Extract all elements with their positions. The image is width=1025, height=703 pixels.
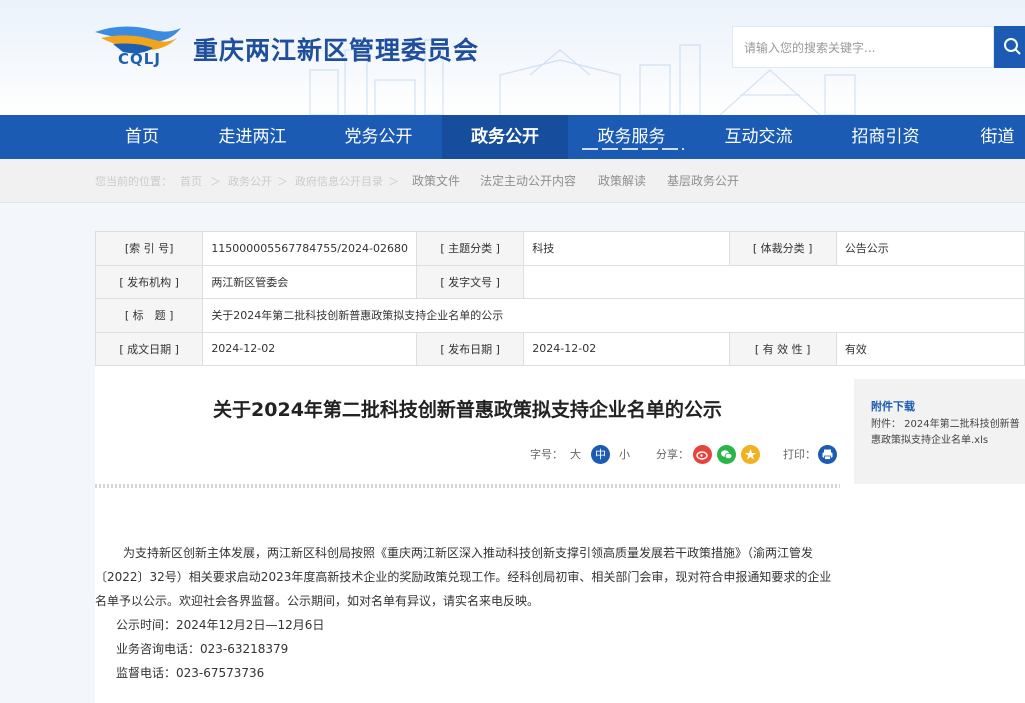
meta-value: [523, 264, 1025, 299]
table-row: [索 引 号] 115000005567784755/2024-02680 [ …: [94, 231, 1025, 266]
breadcrumb-home[interactable]: 首页: [180, 173, 202, 189]
meta-label: [ 主题分类 ]: [415, 231, 525, 266]
meta-value: 有效: [835, 331, 1025, 366]
subnav-policy-files[interactable]: 政策文件: [412, 172, 460, 189]
subnav-statutory-disclosure[interactable]: 法定主动公开内容: [480, 172, 576, 189]
article-body: 为支持新区创新主体发展，两江新区科创局按照《重庆两江新区深入推动科技创新支撑引领…: [95, 541, 840, 685]
main-nav: 首页 走进两江 党务公开 政务公开 政务服务 互动交流 招商引资 街道: [0, 115, 1025, 159]
meta-value: 两江新区管委会: [202, 264, 417, 299]
title-divider: [95, 484, 840, 488]
nav-item-interaction[interactable]: 互动交流: [711, 115, 806, 159]
meta-label: [ 发字文号 ]: [415, 264, 525, 299]
nav-item-gov-affairs[interactable]: 政务公开: [442, 115, 568, 159]
meta-value: 公告公示: [835, 231, 1025, 266]
consult-phone: 业务咨询电话：023-63218379: [116, 642, 289, 656]
breadcrumb-gov-affairs[interactable]: 政务公开: [228, 173, 272, 189]
supervise-phone: 监督电话：023-67573736: [116, 666, 265, 680]
printer-icon: [822, 449, 833, 460]
table-row: [ 成文日期 ] 2024-12-02 [ 发布日期 ] 2024-12-02 …: [94, 331, 1025, 366]
meta-label: [ 体裁分类 ]: [728, 231, 837, 266]
breadcrumb-info-directory[interactable]: 政府信息公开目录: [295, 173, 383, 189]
search-button[interactable]: [994, 26, 1025, 68]
nav-hover-underline: [582, 148, 684, 150]
meta-value: 关于2024年第二批科技创新普惠政策拟支持企业名单的公示: [202, 298, 1025, 333]
article-paragraph: 为支持新区创新主体发展，两江新区科创局按照《重庆两江新区深入推动科技创新支撑引领…: [95, 546, 832, 608]
print-label: 打印：: [783, 448, 816, 461]
nav-item-investment[interactable]: 招商引资: [838, 115, 933, 159]
breadcrumb-separator: ＞: [388, 175, 399, 188]
nav-item-gov-services[interactable]: 政务服务: [584, 115, 679, 159]
meta-value: 2024-12-02: [523, 331, 730, 366]
site-title: 重庆两江新区管理委员会: [193, 36, 480, 65]
search-input[interactable]: 请输入您的搜索关键字...: [732, 26, 994, 68]
publicity-period: 公示时间：2024年12月2日—12月6日: [116, 618, 325, 632]
article-title: 关于2024年第二批科技创新普惠政策拟支持企业名单的公示: [213, 399, 722, 421]
site-header: CQLJ 重庆两江新区管理委员会 请输入您的搜索关键字...: [0, 0, 1025, 115]
favorite-share-icon[interactable]: [741, 445, 760, 464]
meta-label: [索 引 号]: [94, 231, 204, 266]
weibo-icon: [696, 451, 708, 460]
subnav-grassroots-disclosure[interactable]: 基层政务公开: [667, 172, 739, 189]
meta-value: 2024-12-02: [202, 331, 417, 366]
wechat-share-icon[interactable]: [717, 445, 736, 464]
meta-label: [ 发布机构 ]: [94, 264, 204, 299]
font-size-label: 字号：: [530, 448, 563, 461]
wechat-icon: [721, 450, 733, 460]
font-size-large-button[interactable]: 大: [570, 446, 581, 462]
meta-label: [ 标 题 ]: [94, 298, 204, 333]
star-icon: [745, 449, 756, 460]
font-size-small-button[interactable]: 小: [619, 446, 630, 462]
table-row: [ 标 题 ] 关于2024年第二批科技创新普惠政策拟支持企业名单的公示: [94, 298, 1025, 333]
breadcrumb-separator: ＞: [277, 175, 288, 188]
font-size-medium-button[interactable]: 中: [591, 445, 610, 464]
meta-value: 科技: [523, 231, 730, 266]
nav-item-home[interactable]: 首页: [95, 115, 189, 159]
attachment-panel: 附件下载 附件： 2024年第二批科技创新普惠政策拟支持企业名单.xls: [854, 379, 1025, 484]
search-icon: [1004, 38, 1021, 55]
meta-label: [ 发布日期 ]: [415, 331, 525, 366]
subnav-policy-interpretation[interactable]: 政策解读: [598, 172, 646, 189]
weibo-share-icon[interactable]: [693, 445, 712, 464]
breadcrumb-bar: 您当前的位置： 首页 ＞ 政务公开 ＞ 政府信息公开目录 ＞ 政策文件 法定主动…: [0, 159, 1025, 203]
meta-label: [ 有 效 性 ]: [728, 331, 837, 366]
share-label: 分享：: [656, 448, 689, 461]
nav-item-party-affairs[interactable]: 党务公开: [331, 115, 426, 159]
logo-text: CQLJ: [118, 50, 161, 68]
attachment-title: 附件下载: [871, 400, 915, 413]
breadcrumb-separator: ＞: [210, 175, 221, 188]
attachment-link[interactable]: 附件： 2024年第二批科技创新普惠政策拟支持企业名单.xls: [871, 417, 1025, 449]
nav-item-about[interactable]: 走进两江: [205, 115, 300, 159]
nav-item-streets[interactable]: 街道: [965, 115, 1025, 159]
table-row: [ 发布机构 ] 两江新区管委会 [ 发字文号 ]: [94, 264, 1025, 299]
meta-label: [ 成文日期 ]: [94, 331, 204, 366]
breadcrumb-location-label: 您当前的位置：: [95, 175, 172, 188]
print-button[interactable]: [818, 445, 837, 464]
meta-value: 115000005567784755/2024-02680: [202, 231, 417, 266]
document-meta-table: [索 引 号] 115000005567784755/2024-02680 [ …: [94, 231, 1025, 366]
